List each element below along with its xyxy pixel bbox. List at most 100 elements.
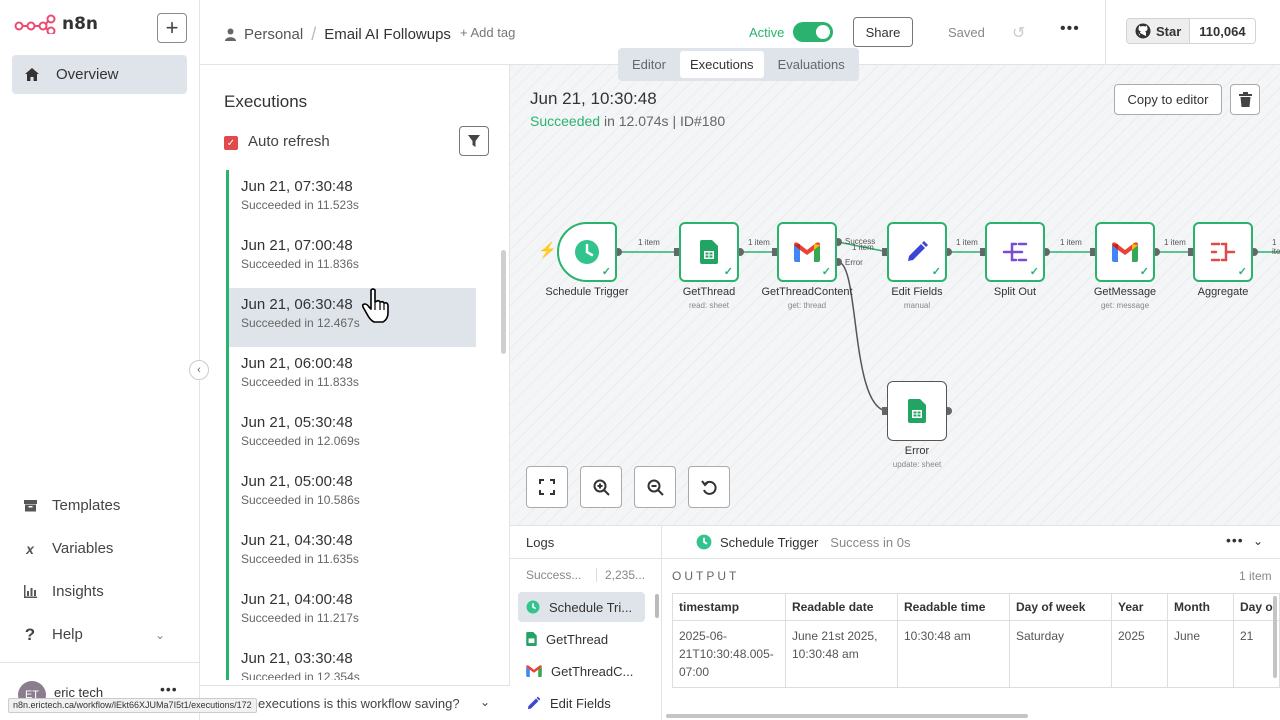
active-toggle[interactable] bbox=[793, 22, 833, 42]
undo-icon bbox=[700, 479, 717, 495]
more-options-icon[interactable]: ••• bbox=[160, 681, 178, 697]
node-label: Error bbox=[904, 445, 930, 457]
log-item-label: Schedule Tri... bbox=[549, 599, 633, 615]
share-button[interactable]: Share bbox=[853, 17, 913, 47]
table-header-row: timestamp Readable date Readable time Da… bbox=[672, 593, 1280, 621]
execution-item[interactable]: Jun 21, 06:00:48 Succeeded in 11.833s bbox=[226, 347, 476, 406]
more-options-icon[interactable]: ••• bbox=[1060, 20, 1080, 38]
sidebar-item-insights[interactable]: Insights bbox=[22, 583, 104, 600]
workflow-canvas[interactable]: Jun 21, 10:30:48 Succeeded in 12.074s | … bbox=[510, 65, 1280, 525]
output-horizontal-scrollbar[interactable] bbox=[666, 714, 1028, 718]
fit-view-button[interactable] bbox=[526, 466, 568, 508]
output-node-name: Schedule Trigger bbox=[720, 534, 819, 550]
items-count: 1 item bbox=[1239, 569, 1272, 583]
execution-status: Succeeded in 12.467s bbox=[241, 316, 360, 330]
log-item-getthread[interactable]: GetThread bbox=[518, 624, 645, 654]
execution-date: Jun 21, 07:30:48 bbox=[241, 178, 353, 195]
chevron-down-icon: ⌄ bbox=[480, 695, 491, 709]
tab-editor[interactable]: Editor bbox=[622, 51, 676, 78]
create-new-button[interactable]: + bbox=[157, 13, 187, 43]
pencil-icon bbox=[908, 241, 928, 261]
home-icon bbox=[25, 68, 39, 81]
node-schedule-trigger[interactable]: ✓ bbox=[557, 222, 617, 282]
execution-item[interactable]: Jun 21, 07:00:48 Succeeded in 11.836s bbox=[226, 229, 476, 288]
execution-item[interactable]: Jun 21, 04:30:48 Succeeded in 11.635s bbox=[226, 524, 476, 583]
execution-item[interactable]: Jun 21, 07:30:48 Succeeded in 11.523s bbox=[226, 170, 476, 229]
node-label: Split Out bbox=[993, 286, 1037, 298]
execution-date: Jun 21, 05:30:48 bbox=[241, 414, 353, 431]
success-check-icon: ✓ bbox=[601, 266, 611, 278]
execution-item[interactable]: Jun 21, 04:00:48 Succeeded in 11.217s bbox=[226, 583, 476, 642]
execution-item[interactable]: Jun 21, 03:30:48 Succeeded in 12.354s bbox=[226, 642, 476, 680]
node-subtitle: update: sheet bbox=[892, 460, 942, 469]
executions-scrollbar[interactable] bbox=[501, 250, 506, 354]
sheets-icon bbox=[908, 399, 926, 423]
log-item-edit-fields[interactable]: Edit Fields bbox=[518, 688, 645, 718]
column-header: Day of week bbox=[1009, 593, 1112, 621]
auto-refresh-checkbox[interactable]: ✓ bbox=[224, 136, 238, 150]
execution-item[interactable]: Jun 21, 05:00:48 Succeeded in 10.586s bbox=[226, 465, 476, 524]
github-star-label-wrap: Star bbox=[1127, 19, 1191, 43]
execution-status: Succeeded in 11.833s bbox=[241, 375, 359, 389]
user-icon bbox=[225, 28, 236, 41]
collapse-sidebar-button[interactable]: ‹ bbox=[189, 360, 209, 380]
chart-icon bbox=[22, 584, 38, 600]
node-split-out[interactable]: ✓ bbox=[985, 222, 1045, 282]
output-vertical-scrollbar[interactable] bbox=[1273, 596, 1277, 678]
sidebar-item-templates[interactable]: Templates bbox=[22, 497, 120, 514]
node-aggregate[interactable]: ✓ bbox=[1193, 222, 1253, 282]
execution-status: Succeeded in 12.354s bbox=[241, 670, 360, 680]
output-label: OUTPUT bbox=[672, 569, 740, 583]
more-options-icon[interactable]: ••• bbox=[1226, 532, 1244, 548]
log-item-getthreadcontent[interactable]: GetThreadC... bbox=[518, 656, 645, 686]
saving-question-text: executions is this workflow saving? bbox=[258, 696, 460, 711]
execution-item-selected[interactable]: Jun 21, 06:30:48 Succeeded in 12.467s bbox=[226, 288, 476, 347]
variable-icon: x bbox=[26, 540, 34, 557]
history-icon[interactable]: ↺ bbox=[1012, 23, 1025, 43]
n8n-logo[interactable]: n8n bbox=[14, 14, 98, 34]
gmail-icon bbox=[1112, 242, 1138, 262]
sidebar-item-help[interactable]: ? Help bbox=[22, 625, 83, 644]
node-getthreadcontent[interactable]: ✓ bbox=[777, 222, 837, 282]
output-node-header: Schedule Trigger Success in 0s bbox=[696, 534, 910, 550]
workflow-name[interactable]: Email AI Followups bbox=[324, 26, 451, 43]
chevron-down-icon[interactable]: ⌄ bbox=[155, 628, 165, 642]
zoom-out-button[interactable] bbox=[634, 466, 676, 508]
add-tag-button[interactable]: + Add tag bbox=[460, 25, 515, 40]
connection-label: 1 item bbox=[1272, 238, 1280, 256]
execution-date: Jun 21, 06:30:48 bbox=[241, 296, 353, 313]
github-star-label: Star bbox=[1156, 23, 1182, 39]
execution-date: Jun 21, 06:00:48 bbox=[241, 355, 353, 372]
logs-filter[interactable]: Success... bbox=[526, 568, 581, 582]
execution-item[interactable]: Jun 21, 05:30:48 Succeeded in 12.069s bbox=[226, 406, 476, 465]
auto-refresh-label[interactable]: Auto refresh bbox=[248, 133, 330, 150]
active-label: Active bbox=[749, 25, 785, 40]
node-label: GetThreadContent bbox=[761, 286, 853, 298]
node-error[interactable] bbox=[887, 381, 947, 441]
chevron-down-icon[interactable]: ⌄ bbox=[1253, 534, 1263, 548]
pencil-icon bbox=[527, 696, 541, 709]
executions-list: Jun 21, 07:30:48 Succeeded in 11.523s Jun… bbox=[226, 170, 476, 680]
sheets-icon bbox=[526, 632, 537, 646]
sidebar-item-label: Templates bbox=[52, 497, 121, 514]
breadcrumb-project[interactable]: Personal bbox=[244, 26, 303, 43]
browser-status-url: n8n.erictech.ca/workflow/lEkt66XJUMa7I5t… bbox=[8, 698, 257, 713]
sidebar-item-label: Help bbox=[52, 626, 83, 643]
node-edit-fields[interactable]: ✓ bbox=[887, 222, 947, 282]
box-icon bbox=[22, 498, 38, 514]
logs-scrollbar[interactable] bbox=[655, 594, 659, 618]
table-cell: 2025-06-21T10:30:48.005-07:00 bbox=[672, 620, 786, 688]
filter-button[interactable] bbox=[459, 126, 489, 156]
zoom-in-icon bbox=[593, 479, 610, 496]
zoom-in-button[interactable] bbox=[580, 466, 622, 508]
node-getmessage[interactable]: ✓ bbox=[1095, 222, 1155, 282]
github-star-button[interactable]: Star 110,064 bbox=[1126, 18, 1256, 44]
sidebar-item-overview[interactable]: Overview bbox=[12, 55, 187, 94]
tab-evaluations[interactable]: Evaluations bbox=[768, 51, 855, 78]
tab-executions[interactable]: Executions bbox=[679, 51, 764, 78]
sidebar-item-variables[interactable]: x Variables bbox=[22, 540, 113, 557]
reset-zoom-button[interactable] bbox=[688, 466, 730, 508]
column-header: Month bbox=[1167, 593, 1234, 621]
node-getthread[interactable]: ✓ bbox=[679, 222, 739, 282]
log-item-schedule-trigger[interactable]: Schedule Tri... bbox=[518, 592, 645, 622]
